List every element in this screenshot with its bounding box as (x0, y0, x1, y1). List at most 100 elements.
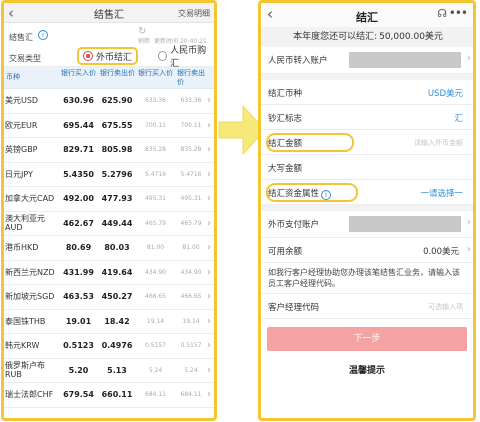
bank-sell-cell: 805.98 (101, 145, 133, 155)
rate-row[interactable]: 新西兰元NZD 431.99 419.64 434.90 434.90 › (4, 261, 214, 285)
cash-sell-cell: 81.00 (182, 244, 200, 252)
balance-row: 可用余额 0.00美元 › (261, 238, 473, 263)
trade-detail-link[interactable]: 交易明细 (178, 8, 210, 19)
cash-buy-cell: 700.11 (145, 121, 166, 129)
trade-type-label: 交易类型 (9, 54, 41, 63)
cash-buy-cell: 5.4716 (145, 170, 166, 178)
quota-amount: 50,000.00美元 (379, 32, 443, 42)
currency-cell: 日元JPY (5, 169, 33, 179)
rate-row[interactable]: 韩元KRW 0.5123 0.4976 0.5157 0.5157 › (4, 334, 214, 359)
col-currency: 币种 (6, 73, 20, 81)
currency-cell: 泰国铢THB (5, 316, 46, 326)
headset-icon[interactable]: ☊ (437, 7, 447, 20)
chevron-right-icon: › (207, 217, 211, 229)
rate-row[interactable]: 泰国铢THB 19.01 18.42 19.14 19.14 › (4, 310, 214, 334)
rate-row[interactable]: 欧元EUR 695.44 675.55 700.11 700.11 › (4, 114, 214, 138)
cash-buy-cell: 81.00 (146, 244, 165, 252)
currency-cell: 新西兰元NZD (5, 267, 55, 277)
rate-row[interactable]: 俄罗斯卢布RUB 5.20 5.13 5.24 5.24 › (4, 359, 214, 383)
fund-attr-row[interactable]: 结汇资金属性 i 一请选择一 (261, 180, 473, 205)
cash-sell-cell: 835.28 (180, 146, 202, 154)
info-icon[interactable]: i (38, 30, 48, 40)
manager-code-input[interactable]: 可选输入项 (428, 302, 463, 312)
option-fx-settlement[interactable]: 外币结汇 (77, 47, 139, 65)
rate-row[interactable]: 瑞士法郎CHF 679.54 660.11 684.11 684.11 › (4, 383, 214, 408)
bank-sell-cell: 450.27 (101, 292, 133, 302)
amount-label: 结汇金额 (268, 139, 303, 149)
cash-buy-cell: 466.65 (145, 293, 166, 301)
bank-sell-cell: 660.11 (101, 390, 133, 400)
option-rmb-purchase[interactable]: 人民币购汇 (154, 46, 214, 69)
cash-sell-cell: 5.24 (184, 366, 198, 374)
bank-buy-cell: 462.67 (63, 218, 94, 228)
next-button[interactable]: 下一步 (267, 327, 467, 351)
bank-sell-cell: 419.64 (101, 267, 133, 277)
cash-flag-row[interactable]: 钞汇标志 汇 (261, 105, 473, 130)
col-cash-buy: 银行买入价 (138, 69, 173, 77)
bank-buy-cell: 463.53 (63, 292, 94, 302)
amount-upper-label: 大写金额 (268, 164, 303, 174)
bank-sell-cell: 5.13 (107, 365, 127, 375)
col-bank-sell: 银行卖出价 (100, 69, 135, 77)
currency-cell: 欧元EUR (5, 120, 38, 130)
cash-sell-cell: 495.31 (180, 195, 202, 203)
cash-flag-label: 钞汇标志 (268, 114, 303, 124)
radio-checked-icon (83, 51, 93, 61)
info-icon[interactable]: i (321, 190, 332, 200)
manager-note: 如我行客户经理协助您办理该笔结售汇业务，请输入该员工客户经理代码。 (261, 263, 473, 294)
rate-row[interactable]: 美元USD 630.96 625.90 633.36 633.36 › (4, 89, 214, 114)
chevron-right-icon: › (207, 144, 211, 156)
cash-sell-cell: 434.90 (180, 268, 202, 276)
trade-type-row: 交易类型 外币结汇 人民币购汇 (4, 45, 214, 69)
bank-buy-cell: 492.00 (63, 194, 94, 204)
chevron-right-icon: › (467, 53, 471, 64)
rate-row[interactable]: 英镑GBP 829.71 805.98 835.28 835.28 › (4, 138, 214, 163)
col-bank-buy: 银行买入价 (61, 69, 96, 77)
bank-buy-cell: 829.71 (63, 145, 94, 155)
right-panel-settlement-form: ‹ 结汇 ☊ ••• 本年度您还可以结汇: 50,000.00美元 人民币转入账户… (258, 0, 476, 421)
fx-account-row[interactable]: 外币支付账户 › (261, 211, 473, 238)
col-cash-sell: 银行卖出价 (177, 69, 205, 86)
rate-row[interactable]: 澳大利亚元AUD 462.67 449.44 465.79 465.79 › (4, 212, 214, 236)
cash-sell-cell: 19.14 (182, 317, 200, 325)
chevron-right-icon: › (207, 291, 211, 303)
cash-buy-cell: 684.11 (145, 391, 166, 399)
chevron-right-icon: › (207, 389, 211, 401)
more-icon[interactable]: ••• (449, 6, 468, 20)
chevron-right-icon: › (207, 315, 211, 327)
cash-sell-cell: 5.4716 (180, 170, 202, 178)
rmb-account-masked (349, 52, 461, 68)
left-panel-exchange-rates: ‹ 结售汇 交易明细 结售汇 i ↻ 刷新 更新时间 20:40:21 交易类型… (1, 0, 217, 421)
amount-input[interactable]: 请输入外币金额 (414, 138, 463, 148)
chevron-right-icon: › (207, 242, 211, 254)
rate-row[interactable]: 日元JPY 5.4350 5.2796 5.4716 5.4716 › (4, 163, 214, 187)
cash-flag-value: 汇 (454, 114, 463, 124)
chevron-right-icon: › (207, 95, 211, 107)
currency-row[interactable]: 结汇币种 USD美元 (261, 80, 473, 105)
fund-attr-select[interactable]: 一请选择一 (420, 187, 463, 199)
cash-buy-cell: 5.24 (148, 366, 163, 374)
balance-value: 0.00美元 (423, 247, 459, 257)
bank-buy-cell: 630.96 (63, 96, 94, 106)
cash-sell-cell: 465.79 (180, 219, 202, 227)
bank-sell-cell: 18.42 (104, 316, 130, 326)
bank-sell-cell: 675.55 (101, 120, 133, 130)
chevron-right-icon: › (207, 119, 211, 131)
refresh-label[interactable]: 刷新 (138, 36, 150, 45)
currency-cell: 澳大利亚元AUD (5, 214, 45, 233)
rate-row[interactable]: 港币HKD 80.69 80.03 81.00 81.00 › (4, 236, 214, 261)
bank-sell-cell: 80.03 (104, 243, 130, 253)
chevron-right-icon: › (207, 340, 211, 352)
chevron-right-icon: › (207, 364, 211, 376)
currency-cell: 新加坡元SGD (5, 292, 55, 302)
currency-cell: 美元USD (5, 96, 39, 106)
rmb-account-row[interactable]: 人民币转入账户 › (261, 47, 473, 74)
fx-account-label: 外币支付账户 (268, 220, 320, 230)
cash-sell-cell: 700.11 (180, 121, 202, 129)
chevron-right-icon: › (467, 244, 471, 255)
cash-buy-cell: 495.31 (145, 195, 166, 203)
rate-row[interactable]: 新加坡元SGD 463.53 450.27 466.65 466.65 › (4, 285, 214, 310)
rate-row[interactable]: 加拿大元CAD 492.00 477.93 495.31 495.31 › (4, 187, 214, 212)
fund-attr-label: 结汇资金属性 i (268, 187, 332, 200)
currency-cell: 韩元KRW (5, 341, 40, 351)
